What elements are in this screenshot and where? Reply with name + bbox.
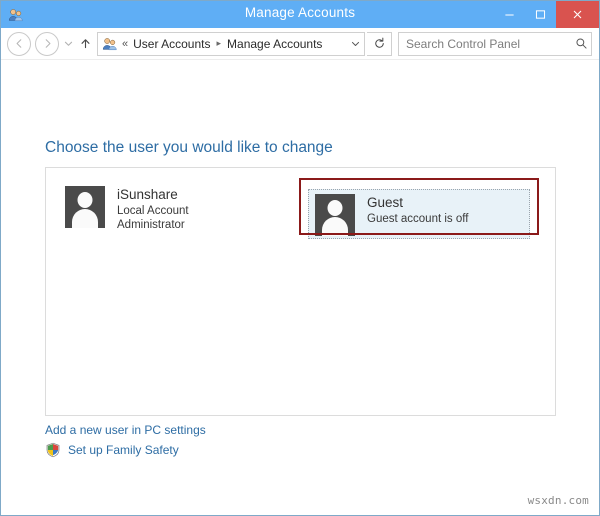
forward-arrow-icon [45, 39, 50, 48]
title-bar: Manage Accounts [1, 1, 599, 28]
account-status: Guest account is off [367, 213, 469, 225]
account-tile-guest[interactable]: Guest Guest account is off [308, 189, 530, 239]
refresh-icon [374, 37, 384, 48]
account-name: Guest [367, 195, 404, 210]
breadcrumb[interactable]: « User Accounts ▸ Manage Accounts [97, 31, 365, 56]
account-details: iSunshare Local Account Administrator [117, 186, 189, 232]
recent-locations-button[interactable] [61, 39, 75, 48]
back-button[interactable] [7, 31, 31, 56]
breadcrumb-item-manage-accounts[interactable]: Manage Accounts [227, 37, 322, 51]
user-avatar-icon [65, 186, 105, 228]
address-toolbar: « User Accounts ▸ Manage Accounts Search… [1, 28, 599, 60]
back-arrow-icon [16, 39, 21, 48]
user-accounts-icon [102, 36, 118, 52]
user-avatar-icon [315, 194, 355, 236]
account-role: Administrator [117, 219, 185, 231]
account-tile-guest-wrapper: Guest Guest account is off [299, 178, 539, 239]
breadcrumb-separator[interactable]: ▸ [217, 38, 222, 49]
search-input[interactable]: Search Control Panel [398, 31, 592, 56]
account-type: Local Account [117, 205, 189, 217]
maximize-button[interactable] [525, 1, 556, 28]
family-safety-link-row[interactable]: Set up Family Safety [45, 442, 179, 458]
chevron-down-icon [351, 41, 359, 46]
search-placeholder: Search Control Panel [406, 36, 521, 51]
up-arrow-icon [81, 39, 89, 49]
close-button[interactable] [556, 1, 599, 28]
add-new-user-link[interactable]: Add a new user in PC settings [45, 423, 206, 437]
breadcrumb-overflow[interactable]: « [122, 38, 128, 50]
user-accounts-icon [8, 7, 24, 23]
refresh-button[interactable] [367, 31, 392, 56]
minimize-button[interactable] [494, 1, 525, 28]
family-safety-link[interactable]: Set up Family Safety [68, 443, 179, 457]
forward-button[interactable] [35, 31, 59, 56]
account-tile-isunshare[interactable]: iSunshare Local Account Administrator [64, 185, 294, 235]
account-name: iSunshare [117, 187, 178, 202]
account-details: Guest Guest account is off [367, 194, 468, 226]
content-area: Choose the user you would like to change… [1, 60, 599, 515]
manage-accounts-window: Manage Accounts « User Accounts ▸ Manage… [0, 0, 600, 516]
path-dropdown-button[interactable] [346, 39, 364, 48]
up-button[interactable] [75, 37, 95, 50]
search-icon[interactable] [571, 37, 591, 50]
watermark: wsxdn.com [527, 494, 589, 507]
breadcrumb-item-user-accounts[interactable]: User Accounts [133, 37, 210, 51]
chevron-down-icon [64, 41, 72, 46]
caption-button-group [494, 1, 599, 28]
shield-icon [45, 442, 61, 458]
page-title: Choose the user you would like to change [45, 139, 333, 156]
